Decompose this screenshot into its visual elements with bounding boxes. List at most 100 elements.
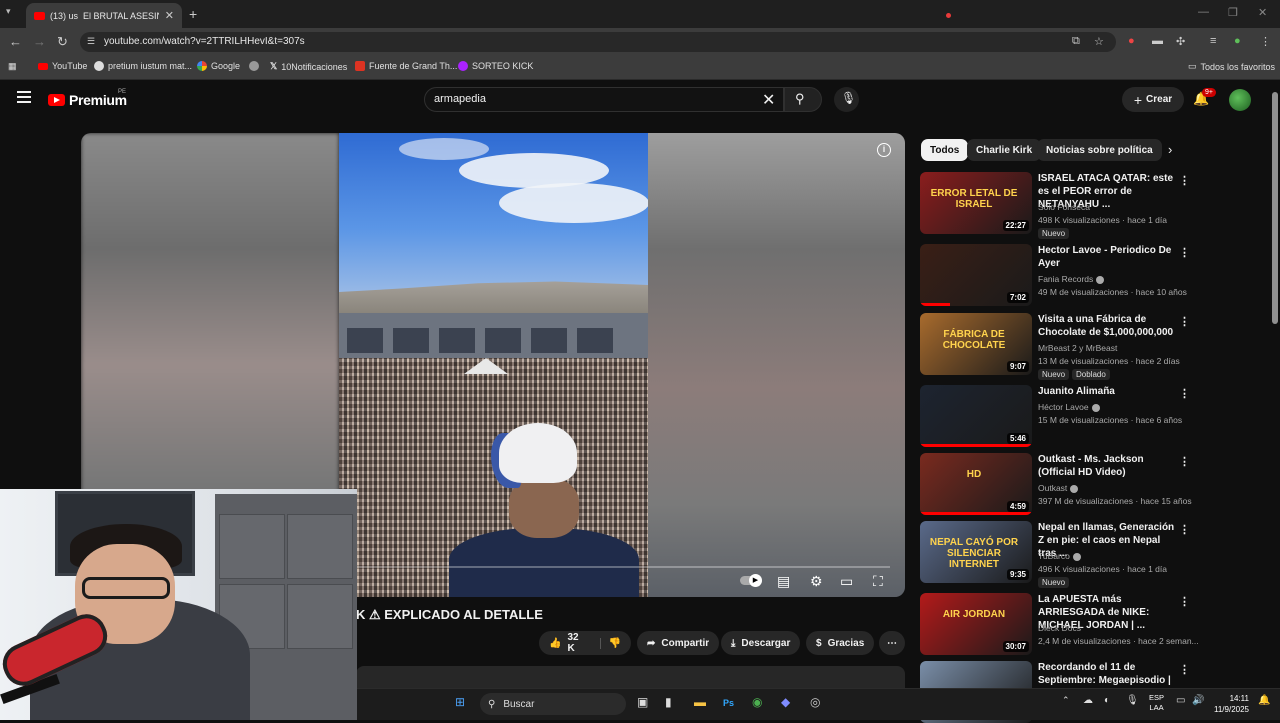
network-icon[interactable]: ▭ [1176, 695, 1185, 706]
recommendation-card[interactable]: ERROR LETAL DE ISRAEL 22:27 ISRAEL ATACA Q… [920, 172, 1265, 239]
more-options-icon[interactable]: ⋮ [1179, 523, 1190, 536]
install-app-icon[interactable]: ⧉ [1072, 35, 1080, 48]
create-button[interactable]: + Crear [1122, 87, 1184, 112]
progress-bar[interactable] [350, 566, 890, 568]
chip-noticias[interactable]: Noticias sobre política [1037, 139, 1162, 161]
autoplay-play-icon[interactable]: ▶ [749, 574, 762, 587]
windows-start-icon[interactable]: ⊞ [455, 695, 465, 709]
new-tab-plus-icon[interactable]: + [189, 6, 197, 22]
language-indicator[interactable]: ESP LAA [1149, 693, 1164, 713]
bookmark-star-icon[interactable]: ☆ [1094, 35, 1104, 48]
clear-search-icon[interactable]: ✕ [762, 90, 775, 110]
search-icon[interactable]: ⚲ [795, 91, 805, 107]
scrollbar[interactable] [1272, 92, 1278, 324]
browser-menu-icon[interactable]: ⋮ [1260, 35, 1271, 48]
more-actions-button[interactable]: ⋯ [879, 631, 905, 655]
video-thumbnail[interactable]: HD 4:59 [920, 453, 1032, 515]
like-dislike-group[interactable]: 👍 32 K 👎 [539, 631, 631, 655]
channel-name[interactable]: Fania Records [1038, 274, 1105, 284]
back-arrow-icon[interactable]: ← [9, 34, 22, 49]
recommendation-card[interactable]: AIR JORDAN 30:07 La APUESTA más ARRIESGADA… [920, 593, 1265, 655]
app-2-icon[interactable]: ◎ [810, 695, 820, 709]
recommendation-card[interactable]: 5:46 Juanito Alimaña Héctor Lavoe 15 M de v… [920, 385, 1265, 447]
file-explorer-icon[interactable]: ▬ [694, 695, 706, 709]
video-title[interactable]: Outkast - Ms. Jackson (Official HD Video… [1038, 453, 1178, 479]
volume-icon[interactable]: 🔊 [1192, 695, 1204, 706]
menu-icon[interactable] [17, 91, 31, 106]
profile-icon[interactable]: ● [1234, 35, 1241, 47]
tray-app-icon[interactable]: ◐ [1104, 695, 1110, 706]
description-box[interactable] [356, 666, 905, 688]
video-title[interactable]: Visita a una Fábrica de Chocolate de $1,… [1038, 313, 1178, 339]
url-text[interactable]: youtube.com/watch?v=2TTRILHHevI&t=307s [104, 36, 305, 47]
reading-list-icon[interactable]: ≡ [1210, 35, 1216, 47]
video-thumbnail[interactable]: 7:02 [920, 244, 1032, 306]
app-icon[interactable]: ▮ [665, 695, 672, 709]
chip-todos[interactable]: Todos [921, 139, 969, 161]
video-thumbnail[interactable]: NEPAL CAYÓ POR SILENCIAR INTERNET 9:35 [920, 521, 1032, 583]
bookmark-fuente[interactable]: Fuente de Grand Th... [355, 61, 457, 71]
like-thumb-icon[interactable]: 👍 [549, 638, 561, 649]
photoshop-icon[interactable]: Ps [723, 698, 734, 708]
theater-mode-icon[interactable]: ▭ [840, 573, 853, 590]
search-input-value[interactable]: armapedia [434, 93, 486, 105]
info-icon[interactable]: i [877, 143, 891, 157]
reload-icon[interactable]: ↻ [57, 34, 68, 50]
video-title[interactable]: Hector Lavoe - Periodico De Ayer [1038, 244, 1178, 270]
more-options-icon[interactable]: ⋮ [1179, 387, 1190, 400]
tray-chevron-icon[interactable]: ⌃ [1062, 695, 1070, 706]
notification-center-icon[interactable]: 🔔 [1258, 695, 1270, 706]
chevron-right-icon[interactable]: › [1168, 142, 1172, 157]
channel-name[interactable]: Solo Fonseca [1038, 202, 1090, 212]
apps-grid-icon[interactable]: ▦ [8, 61, 17, 72]
recommendation-card[interactable]: NEPAL CAYÓ POR SILENCIAR INTERNET 9:35 Nep… [920, 521, 1265, 588]
channel-name[interactable]: TuBarco [1038, 551, 1081, 561]
bookmark-google[interactable]: Google [197, 61, 240, 71]
avatar[interactable] [1229, 89, 1251, 111]
video-thumbnail[interactable]: AIR JORDAN 30:07 [920, 593, 1032, 655]
discord-icon[interactable]: ◆ [781, 695, 790, 709]
minimize-icon[interactable]: — [1198, 6, 1209, 18]
bookmark-youtube[interactable]: YouTube [38, 61, 87, 71]
subtitles-icon[interactable]: ▤ [777, 573, 790, 590]
dislike-thumb-icon[interactable]: 👎 [599, 637, 621, 649]
share-button[interactable]: ➦ Compartir [637, 631, 720, 655]
clock[interactable]: 14:11 11/9/2025 [1214, 693, 1249, 715]
recommendation-card[interactable]: HD 4:59 Outkast - Ms. Jackson (Official HD… [920, 453, 1265, 515]
fullscreen-icon[interactable]: ⛶ [873, 573, 883, 590]
channel-name[interactable]: MrBeast 2 y MrBeast [1038, 343, 1117, 353]
maximize-icon[interactable]: ❐ [1228, 6, 1238, 19]
bookmark-pretium[interactable]: pretium iustum mat... [94, 61, 192, 71]
more-options-icon[interactable]: ⋮ [1179, 455, 1190, 468]
video-thumbnail[interactable]: ERROR LETAL DE ISRAEL 22:27 [920, 172, 1032, 234]
extensions-puzzle-icon[interactable]: ✣ [1176, 35, 1185, 48]
download-button[interactable]: ⤓ Descargar [721, 631, 801, 655]
video-title[interactable]: Juanito Alimaña [1038, 385, 1178, 398]
extension-2-icon[interactable]: ▬ [1152, 35, 1163, 47]
taskbar-search[interactable]: ⚲ Buscar [480, 693, 626, 715]
video-thumbnail[interactable]: FÁBRICA DE CHOCOLATE 9:07 [920, 313, 1032, 375]
tray-mic-icon[interactable]: 🎙 [1126, 695, 1139, 706]
task-view-icon[interactable]: ▣ [637, 695, 648, 709]
video-thumbnail[interactable]: 5:46 [920, 385, 1032, 447]
more-options-icon[interactable]: ⋮ [1179, 246, 1190, 259]
cloud-icon[interactable]: ☁ [1083, 695, 1093, 706]
bookmark-sorteo-kick[interactable]: SORTEO KICK [458, 61, 533, 71]
chrome-icon[interactable]: ◉ [752, 695, 762, 709]
settings-gear-icon[interactable]: ⚙ [810, 573, 823, 590]
forward-arrow-icon[interactable]: → [33, 34, 46, 49]
extension-icon[interactable]: ● [1128, 35, 1135, 47]
tab-list-chevron-icon[interactable]: ▾ [6, 6, 11, 17]
browser-tab[interactable]: (13) us El BRUTAL ASESINATO ✕ [26, 3, 951, 28]
site-info-icon[interactable]: ☰ [87, 36, 95, 47]
channel-name[interactable]: Héctor Lavoe [1038, 402, 1100, 412]
bookmark-globe[interactable] [249, 61, 259, 71]
youtube-premium-logo[interactable]: Premium [48, 92, 127, 108]
more-options-icon[interactable]: ⋮ [1179, 174, 1190, 187]
thanks-button[interactable]: $ Gracias [806, 631, 875, 655]
more-options-icon[interactable]: ⋮ [1179, 663, 1190, 676]
microphone-icon[interactable]: 🎙 [841, 91, 856, 105]
bookmark-10notificaciones[interactable]: 𝕏 10Notificaciones [270, 61, 347, 72]
tab-close-icon[interactable]: ✕ [165, 9, 174, 22]
more-options-icon[interactable]: ⋮ [1179, 315, 1190, 328]
